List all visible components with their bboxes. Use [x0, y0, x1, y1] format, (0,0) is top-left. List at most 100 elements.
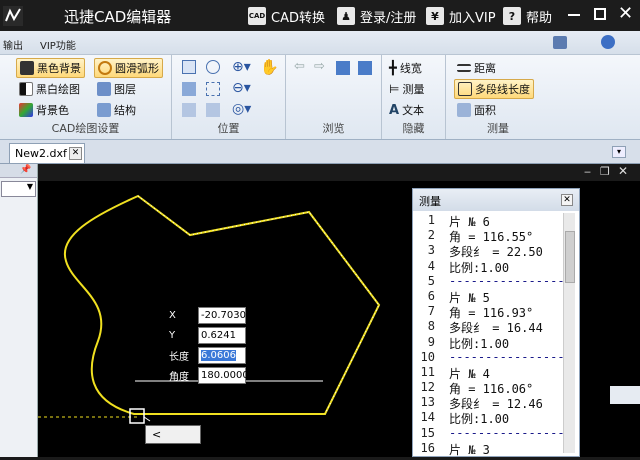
back-arrow-icon[interactable]: ⇦ — [294, 59, 305, 74]
canvas-right-scroll-stub[interactable] — [610, 386, 640, 404]
edit-icon[interactable] — [553, 36, 567, 49]
area-button[interactable]: 面积 — [454, 100, 499, 120]
x-label: X — [169, 310, 176, 321]
zoom-out-icon[interactable]: ⊖▾ — [232, 80, 251, 96]
group-label: 测量 — [487, 122, 509, 135]
line-number: 9 — [427, 334, 435, 349]
help-button[interactable]: ? 帮助 — [503, 5, 552, 27]
fit-icon[interactable] — [182, 82, 196, 96]
ribbon: 黑色背景 圆滑弧形 黑白绘图 图层 背景色 结构 CAD绘图设置 ⊕▾ ✋ ⊖▾… — [0, 55, 640, 140]
zoom-realtime-icon[interactable] — [206, 60, 220, 74]
group-measure: 距离 多段线长度 面积 测量 — [446, 55, 550, 139]
view-menu-icon[interactable]: ◎▾ — [232, 101, 251, 117]
structure-icon — [97, 103, 111, 117]
cad-convert-button[interactable]: CAD CAD转换 — [248, 5, 325, 27]
title-bar: 迅捷CAD编辑器 CAD CAD转换 ♟ 登录/注册 ¥ 加入VIP ? 帮助 ✕ — [0, 0, 640, 31]
zoom-window-icon[interactable] — [182, 60, 196, 74]
line-number: 10 — [420, 349, 435, 364]
measure-line: 13 多段纟 = 12.46 — [413, 395, 567, 411]
close-tab-icon[interactable]: ✕ — [69, 147, 82, 160]
settings-icon[interactable] — [601, 35, 615, 49]
doc-restore-icon[interactable]: ❐ — [600, 165, 610, 178]
measure-line: 12 角 = 116.06° — [413, 380, 567, 397]
user-icon: ♟ — [337, 7, 355, 25]
measure-line: 15 ---------------- — [413, 426, 567, 441]
line-number: 13 — [420, 395, 435, 410]
zoom-in-icon[interactable]: ⊕▾ — [232, 59, 251, 75]
length-input[interactable]: 6.0606 — [198, 347, 246, 364]
panel-header: 📌 — [0, 164, 37, 178]
structure-button[interactable]: 结构 — [94, 100, 139, 120]
panel-dropdown[interactable]: ▼ — [1, 181, 36, 197]
text-button[interactable]: A 文本 — [386, 100, 427, 120]
pin-icon[interactable]: 📌 — [20, 165, 31, 175]
group-label: 位置 — [217, 122, 240, 135]
tab-new2[interactable]: New2.dxf ✕ — [9, 143, 85, 163]
line-width-button[interactable]: ╋ 线宽 — [386, 58, 425, 78]
group-hide: ╋ 线宽 ⊨ 测量 A 文本 隐藏 — [382, 55, 446, 139]
distance-icon — [457, 64, 471, 72]
smooth-arc-button[interactable]: 圆滑弧形 — [94, 58, 163, 78]
measure-line: 6 片 № 5 — [413, 289, 567, 305]
group-position: ⊕▾ ✋ ⊖▾ ◎▾ 位置 — [172, 55, 286, 139]
measure-line: 7 角 = 116.93° — [413, 304, 567, 321]
copy-view-icon[interactable] — [206, 103, 220, 117]
vip-button[interactable]: ¥ 加入VIP — [426, 5, 496, 27]
measure-line: 16 片 № 3 — [413, 441, 567, 457]
line-number: 11 — [420, 364, 435, 379]
maximize-button[interactable] — [594, 8, 606, 20]
group-cad-settings: 黑色背景 圆滑弧形 黑白绘图 图层 背景色 结构 CAD绘图设置 — [0, 55, 172, 139]
minimize-button[interactable] — [568, 14, 580, 16]
doc-close-icon[interactable]: ✕ — [618, 164, 628, 178]
line-text: 角 = 116.06° — [449, 382, 534, 397]
browse-icon-2[interactable] — [358, 61, 372, 75]
close-icon[interactable]: ✕ — [561, 194, 573, 206]
pan-hand-icon[interactable]: ✋ — [260, 58, 279, 76]
extents-icon[interactable] — [206, 82, 220, 96]
line-text: 比例:1.00 — [449, 336, 510, 351]
ruler-icon: ⊨ — [389, 82, 400, 96]
rotate-icon[interactable] — [182, 103, 196, 117]
group-label: CAD绘图设置 — [51, 122, 120, 135]
forward-arrow-icon[interactable]: ⇨ — [314, 59, 325, 74]
menu-export[interactable]: 输出 — [3, 37, 23, 52]
angle-input[interactable]: 180.0000 — [198, 367, 249, 384]
angle-label: 角度 — [169, 372, 189, 383]
distance-button[interactable]: 距离 — [454, 58, 499, 78]
bw-drawing-button[interactable]: 黑白绘图 — [16, 79, 83, 99]
measure-line: 2 角 = 116.55° — [413, 228, 567, 244]
measure-button[interactable]: ⊨ 测量 — [386, 79, 427, 99]
line-text: 角 = 116.93° — [449, 306, 534, 321]
measure-scrollbar[interactable] — [563, 213, 575, 453]
line-text: 比例:1.00 — [449, 412, 510, 427]
browse-icon-1[interactable] — [336, 61, 350, 75]
measure-line: 5 ---------------- — [413, 274, 567, 289]
yen-icon: ¥ — [426, 7, 444, 25]
menu-bar: 输出 VIP功能 — [0, 31, 640, 55]
close-button[interactable]: ✕ — [618, 3, 633, 24]
arc-icon — [98, 61, 112, 75]
tab-dropdown-icon[interactable]: ▾ — [612, 146, 626, 158]
x-input[interactable]: -20.7030 — [198, 307, 246, 324]
polyline-length-button[interactable]: 多段线长度 — [454, 79, 534, 99]
cursor-line — [143, 416, 151, 422]
line-number: 12 — [420, 380, 435, 395]
dropdown-arrow-icon: ▼ — [26, 182, 33, 191]
cad-convert-icon: CAD — [248, 7, 266, 25]
black-bg-icon — [20, 61, 34, 75]
left-side-panel: 📌 ▼ — [0, 164, 38, 457]
measure-line: 9 比例:1.00 — [413, 334, 567, 351]
y-input[interactable]: 0.6241 — [198, 327, 246, 344]
layers-button[interactable]: 图层 — [94, 79, 139, 99]
scrollbar-thumb[interactable] — [565, 231, 575, 283]
menu-vip[interactable]: VIP功能 — [40, 37, 76, 52]
measure-line: 3 多段纟 = 22.50 — [413, 243, 567, 259]
background-color-button[interactable]: 背景色 — [16, 100, 72, 120]
line-text: 片 № 5 — [449, 290, 490, 305]
login-button[interactable]: ♟ 登录/注册 — [337, 5, 416, 27]
bw-icon — [19, 82, 33, 96]
measure-panel: 测量 ✕ 1 片 № 6 2 角 = 116.55° 3 多段纟 = 22.50 4 比例:1.… — [412, 188, 580, 457]
measure-line: 14 比例:1.00 — [413, 410, 567, 427]
doc-minimize-icon[interactable]: ‒ — [584, 165, 591, 178]
black-background-button[interactable]: 黑色背景 — [16, 58, 85, 78]
